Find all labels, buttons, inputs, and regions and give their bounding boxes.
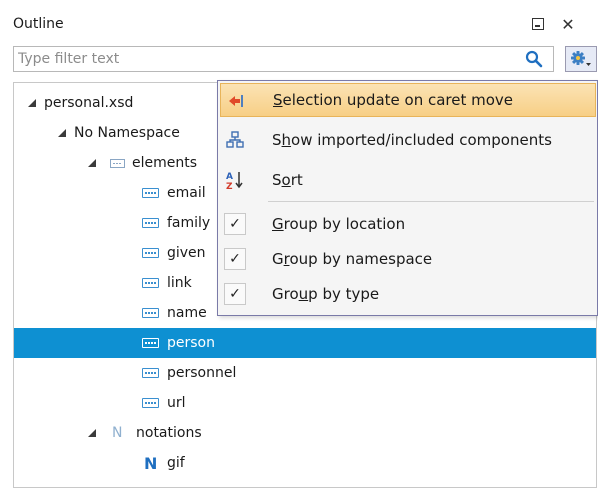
tree-node-notations-group[interactable]: N notations (14, 418, 596, 448)
tree-node-label: link (167, 275, 192, 291)
check-icon: ✓ (224, 283, 246, 305)
panel-title: Outline (13, 16, 64, 32)
notation-icon: N (144, 453, 158, 473)
check-icon: ✓ (224, 213, 246, 235)
gear-icon (571, 51, 591, 66)
tree-node-label: name (167, 305, 207, 321)
menu-item-selection-update[interactable]: Selection update on caret move (220, 83, 596, 117)
tree-node-label: personnel (167, 365, 237, 381)
hierarchy-icon (224, 129, 246, 151)
chevron-down-icon (586, 63, 591, 66)
menu-item-label: Group by type (272, 285, 380, 303)
tree-node-label: personal.xsd (44, 95, 134, 111)
menu-item-sort[interactable]: A Z Sort (220, 163, 596, 197)
tree-node-label: notations (136, 425, 202, 441)
tree-node-label: No Namespace (74, 125, 180, 141)
outline-panel: Outline ✕ Type filter text personal.xsd … (0, 0, 598, 493)
tree-node-element[interactable]: url (14, 388, 596, 418)
sync-arrow-icon (225, 90, 247, 112)
elements-group-icon (110, 159, 125, 168)
minimize-icon[interactable] (528, 14, 548, 34)
sort-az-icon: A Z (224, 169, 246, 191)
settings-menu: Selection update on caret move Show impo… (217, 80, 598, 316)
tree-node-label: url (167, 395, 186, 411)
expanded-arrow-icon[interactable] (58, 129, 66, 137)
element-icon (142, 308, 159, 318)
menu-item-label: Sort (272, 171, 303, 189)
expanded-arrow-icon[interactable] (88, 159, 96, 167)
menu-item-show-imported[interactable]: Show imported/included components (220, 123, 596, 157)
element-icon (142, 338, 159, 348)
element-icon (142, 248, 159, 258)
element-icon (142, 398, 159, 408)
filter-input[interactable] (13, 46, 554, 72)
menu-item-group-by-namespace[interactable]: ✓ Group by namespace (220, 242, 596, 276)
menu-item-group-by-location[interactable]: ✓ Group by location (220, 207, 596, 241)
check-icon: ✓ (224, 248, 246, 270)
settings-dropdown-button[interactable] (565, 46, 597, 72)
notations-group-icon: N (112, 425, 123, 441)
tree-node-element[interactable]: personnel (14, 358, 596, 388)
element-icon (142, 368, 159, 378)
element-icon (142, 188, 159, 198)
svg-text:Z: Z (226, 182, 233, 190)
menu-item-label: Selection update on caret move (273, 91, 514, 109)
tree-node-label: elements (132, 155, 198, 171)
close-icon[interactable]: ✕ (558, 14, 578, 34)
tree-node-label: given (167, 245, 206, 261)
menu-separator (268, 201, 594, 202)
menu-item-group-by-type[interactable]: ✓ Group by type (220, 277, 596, 311)
tree-node-label: email (167, 185, 206, 201)
tree-node-label: gif (167, 455, 185, 471)
expanded-arrow-icon[interactable] (28, 99, 36, 107)
tree-node-notation[interactable]: N gif (14, 448, 596, 478)
svg-text:A: A (226, 172, 233, 182)
menu-item-label: Group by location (272, 215, 406, 233)
tree-node-element-selected[interactable]: person (14, 328, 596, 358)
menu-item-label: Show imported/included components (272, 131, 552, 149)
title-bar: Outline ✕ (0, 0, 598, 40)
filter-row (13, 46, 597, 74)
tree-node-label: person (167, 335, 215, 351)
search-icon[interactable] (525, 50, 543, 68)
menu-item-label: Group by namespace (272, 250, 433, 268)
element-icon (142, 278, 159, 288)
tree-node-label: family (167, 215, 211, 231)
element-icon (142, 218, 159, 228)
expanded-arrow-icon[interactable] (88, 429, 96, 437)
